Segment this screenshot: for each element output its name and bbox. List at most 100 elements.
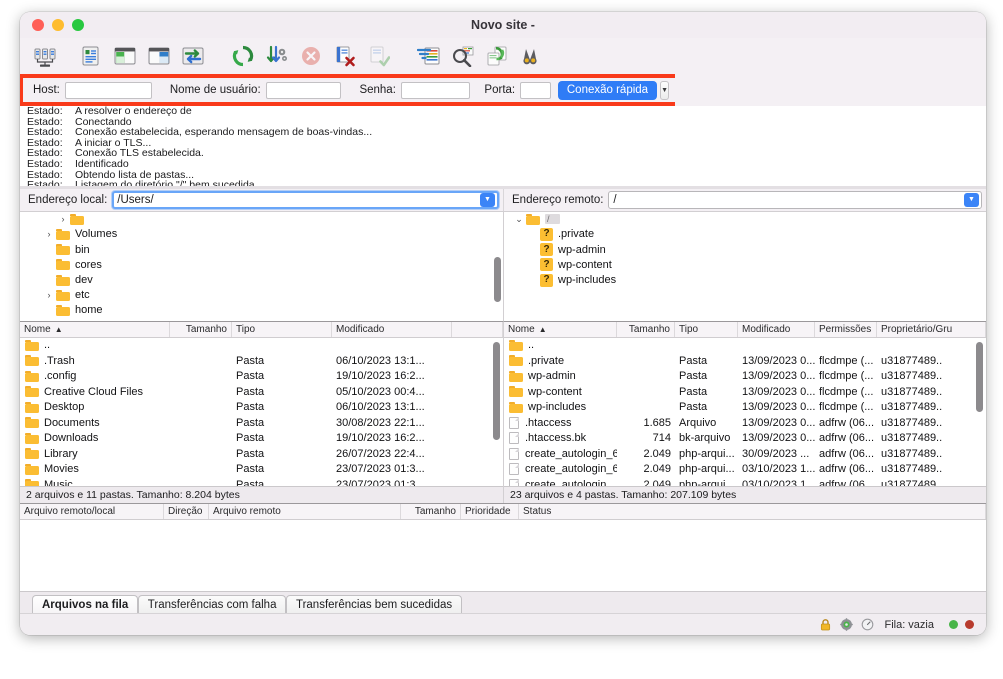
local-tree-pane[interactable]: › › Volumes bin cores d bbox=[20, 211, 503, 321]
tree-item[interactable]: ⌄ / bbox=[504, 212, 986, 227]
find-files-icon[interactable] bbox=[514, 40, 548, 72]
column-header-owner[interactable]: Proprietário/Gru bbox=[877, 322, 986, 337]
collapse-twisty-icon[interactable]: ⌄ bbox=[512, 214, 526, 225]
speed-gauge-icon[interactable] bbox=[860, 618, 874, 632]
remote-tree-pane[interactable]: ⌄ / ? .private ? wp-admin ? wp-content ?… bbox=[503, 211, 986, 321]
process-queue-icon[interactable] bbox=[260, 40, 294, 72]
column-header-name[interactable]: Nome ▲ bbox=[20, 322, 170, 337]
table-row[interactable]: Movies Pasta 23/07/2023 01:3... bbox=[20, 462, 503, 478]
table-row[interactable]: wp-content Pasta 13/09/2023 0... flcdmpe… bbox=[504, 384, 986, 400]
queue-column-priority[interactable]: Prioridade bbox=[461, 504, 519, 519]
table-row[interactable]: .private Pasta 13/09/2023 0... flcdmpe (… bbox=[504, 353, 986, 369]
chevron-down-icon[interactable]: ▼ bbox=[480, 193, 495, 207]
tree-item[interactable]: ? .private bbox=[504, 227, 986, 242]
cancel-icon[interactable] bbox=[294, 40, 328, 72]
table-row[interactable]: .htaccess 1.685 Arquivo 13/09/2023 0... … bbox=[504, 415, 986, 431]
table-row[interactable]: Documents Pasta 30/08/2023 22:1... bbox=[20, 415, 503, 431]
local-address-input[interactable]: /Users/ ▼ bbox=[112, 191, 499, 209]
queue-rows[interactable] bbox=[20, 520, 986, 591]
column-header-name[interactable]: Nome ▲ bbox=[504, 322, 617, 337]
table-row[interactable]: wp-includes Pasta 13/09/2023 0... flcdmp… bbox=[504, 400, 986, 416]
host-input[interactable] bbox=[65, 82, 152, 99]
table-row[interactable]: .. bbox=[504, 338, 986, 354]
minimize-button[interactable] bbox=[52, 19, 64, 31]
tab-queued-files[interactable]: Arquivos na fila bbox=[32, 595, 138, 613]
toggle-remote-tree-icon[interactable] bbox=[142, 40, 176, 72]
lock-icon[interactable] bbox=[818, 618, 832, 632]
table-row[interactable]: Desktop Pasta 06/10/2023 13:1... bbox=[20, 400, 503, 416]
filter-icon[interactable] bbox=[412, 40, 446, 72]
column-header-modified[interactable]: Modificado bbox=[738, 322, 815, 337]
table-row[interactable]: .config Pasta 19/10/2023 16:2... bbox=[20, 369, 503, 385]
remote-address-input[interactable]: / ▼ bbox=[608, 191, 982, 209]
bottom-statusbar: Fila: vazia bbox=[20, 613, 986, 635]
column-header-size[interactable]: Tamanho bbox=[170, 322, 232, 337]
tab-failed-transfers[interactable]: Transferências com falha bbox=[138, 595, 287, 613]
tree-item[interactable]: dev bbox=[20, 272, 503, 287]
expand-twisty-icon[interactable]: › bbox=[42, 229, 56, 239]
remote-file-list-pane[interactable]: Nome ▲ Tamanho Tipo Modificado Permissõe… bbox=[503, 321, 986, 503]
tree-item[interactable]: › bbox=[20, 212, 503, 227]
tree-item[interactable]: ? wp-content bbox=[504, 257, 986, 272]
local-file-rows[interactable]: .. .Trash Pasta 06/10/2023 13:1... .conf… bbox=[20, 338, 503, 486]
column-header-permissions[interactable]: Permissões bbox=[815, 322, 877, 337]
toggle-message-log-icon[interactable] bbox=[74, 40, 108, 72]
message-log-pane[interactable]: Estado: A resolver o endereço de Estado:… bbox=[20, 106, 986, 186]
password-input[interactable] bbox=[401, 82, 471, 99]
zoom-button[interactable] bbox=[72, 19, 84, 31]
column-header-type[interactable]: Tipo bbox=[675, 322, 738, 337]
directory-compare-icon[interactable] bbox=[446, 40, 480, 72]
expand-twisty-icon[interactable]: › bbox=[42, 290, 56, 300]
chevron-down-icon[interactable]: ▼ bbox=[660, 81, 669, 100]
table-row[interactable]: create_autologin_6. 2.049 php-arqui... 3… bbox=[504, 446, 986, 462]
chevron-down-icon[interactable]: ▼ bbox=[964, 193, 979, 207]
queue-column-size[interactable]: Tamanho bbox=[401, 504, 461, 519]
queue-column-remote-file[interactable]: Arquivo remoto bbox=[209, 504, 401, 519]
reconnect-icon[interactable] bbox=[362, 40, 396, 72]
tree-item[interactable]: › etc bbox=[20, 288, 503, 303]
column-header-extra[interactable] bbox=[452, 322, 503, 337]
table-row[interactable]: wp-admin Pasta 13/09/2023 0... flcdmpe (… bbox=[504, 369, 986, 385]
sync-browsing-icon[interactable] bbox=[480, 40, 514, 72]
tree-item[interactable]: › Volumes bbox=[20, 227, 503, 242]
queue-column-direction[interactable]: Direção bbox=[164, 504, 209, 519]
tree-item[interactable]: bin bbox=[20, 242, 503, 257]
refresh-icon[interactable] bbox=[226, 40, 260, 72]
local-file-list-pane[interactable]: Nome ▲ Tamanho Tipo Modificado .. .Trash bbox=[20, 321, 503, 503]
tree-item[interactable]: ? wp-includes bbox=[504, 272, 986, 287]
table-row[interactable]: .. bbox=[20, 338, 503, 354]
remote-list-scrollbar[interactable] bbox=[976, 342, 983, 412]
toggle-local-tree-icon[interactable] bbox=[108, 40, 142, 72]
quickconnect-button[interactable]: Conexão rápida bbox=[558, 81, 657, 100]
tree-item[interactable]: cores bbox=[20, 257, 503, 272]
toggle-transfer-queue-icon[interactable] bbox=[176, 40, 210, 72]
column-header-modified[interactable]: Modificado bbox=[332, 322, 452, 337]
column-header-type[interactable]: Tipo bbox=[232, 322, 332, 337]
disconnect-icon[interactable] bbox=[328, 40, 362, 72]
log-line: Estado: Listagem do diretório "/" bem su… bbox=[20, 180, 986, 186]
table-row[interactable]: create_autologin_... 2.049 php-arqui... … bbox=[504, 477, 986, 486]
tree-item[interactable]: home bbox=[20, 303, 503, 318]
transfer-queue-pane[interactable]: Arquivo remoto/local Direção Arquivo rem… bbox=[20, 503, 986, 591]
local-list-scrollbar[interactable] bbox=[493, 342, 500, 440]
close-button[interactable] bbox=[32, 19, 44, 31]
remote-file-rows[interactable]: .. .private Pasta 13/09/2023 0... flcdmp… bbox=[504, 338, 986, 486]
username-input[interactable] bbox=[266, 82, 342, 99]
gear-icon[interactable] bbox=[839, 618, 853, 632]
expand-twisty-icon[interactable]: › bbox=[56, 214, 70, 224]
table-row[interactable]: .Trash Pasta 06/10/2023 13:1... bbox=[20, 353, 503, 369]
queue-column-status[interactable]: Status bbox=[519, 504, 986, 519]
site-manager-icon[interactable] bbox=[28, 40, 62, 72]
table-row[interactable]: Music Pasta 23/07/2023 01:3... bbox=[20, 477, 503, 486]
tab-successful-transfers[interactable]: Transferências bem sucedidas bbox=[286, 595, 462, 613]
tree-item[interactable]: ? wp-admin bbox=[504, 242, 986, 257]
queue-column-local-file[interactable]: Arquivo remoto/local bbox=[20, 504, 164, 519]
table-row[interactable]: create_autologin_6. 2.049 php-arqui... 0… bbox=[504, 462, 986, 478]
table-row[interactable]: Creative Cloud Files Pasta 05/10/2023 00… bbox=[20, 384, 503, 400]
local-tree-scrollbar[interactable] bbox=[494, 257, 501, 302]
port-input[interactable] bbox=[520, 82, 551, 99]
column-header-size[interactable]: Tamanho bbox=[617, 322, 675, 337]
table-row[interactable]: .htaccess.bk 714 bk-arquivo 13/09/2023 0… bbox=[504, 431, 986, 447]
table-row[interactable]: Library Pasta 26/07/2023 22:4... bbox=[20, 446, 503, 462]
table-row[interactable]: Downloads Pasta 19/10/2023 16:2... bbox=[20, 431, 503, 447]
